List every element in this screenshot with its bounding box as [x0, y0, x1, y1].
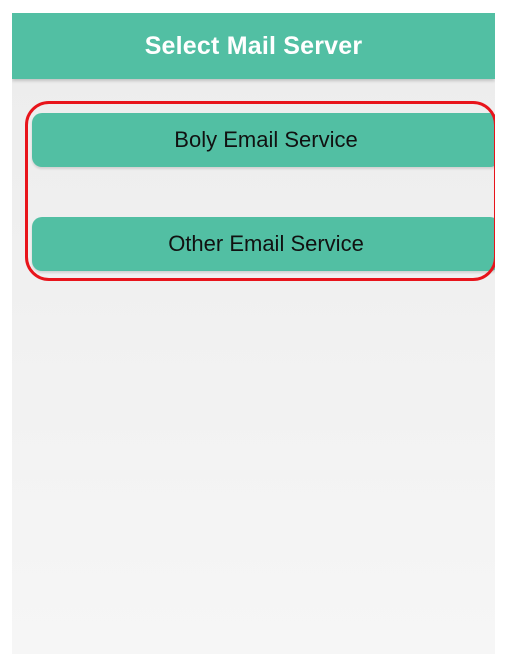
app-screen: Select Mail Server Boly Email Service Ot… — [12, 13, 495, 654]
highlight-outline — [25, 101, 495, 281]
page-title: Select Mail Server — [144, 31, 363, 60]
title-bar: Select Mail Server — [12, 13, 495, 79]
